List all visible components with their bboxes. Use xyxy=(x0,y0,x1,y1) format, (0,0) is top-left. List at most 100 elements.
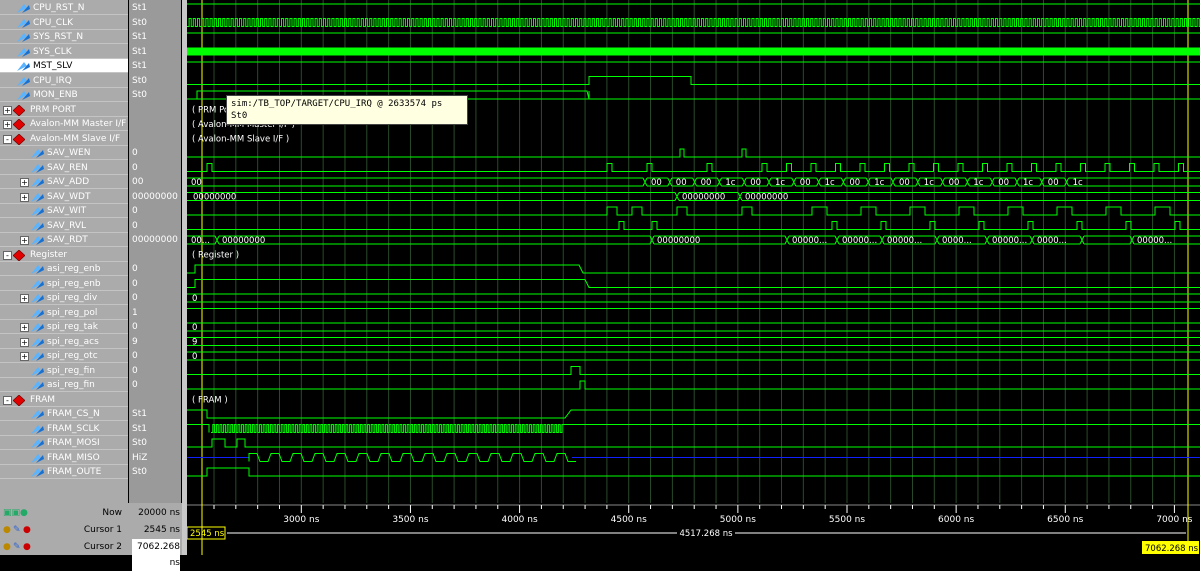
signal-icon xyxy=(17,76,30,86)
signal-row-fram-cs-n[interactable]: FRAM_CS_N xyxy=(0,407,128,421)
signal-value: St1 xyxy=(132,423,147,434)
lock-icon[interactable]: ● xyxy=(3,539,11,555)
cursor1-tag: 2545 ns xyxy=(190,529,225,539)
expand-icon[interactable]: + xyxy=(20,323,29,332)
signal-name: SAV_WDT xyxy=(47,191,91,202)
waveform-canvas[interactable]: ( PRM Po( Avalon-MM Master I/F )( Avalon… xyxy=(187,0,1200,503)
expand-icon[interactable]: + xyxy=(20,192,29,202)
cursor1-label: Cursor 1 xyxy=(83,525,122,535)
signal-value: 0 xyxy=(132,220,138,231)
toolbar-icons[interactable]: ▣▣● xyxy=(3,505,28,521)
bus-value-label: 1c xyxy=(874,178,884,188)
signal-value: 9 xyxy=(132,336,138,347)
signal-name: spi_reg_enb xyxy=(47,278,101,289)
bus-value-label: 00000000 xyxy=(193,193,236,203)
signal-row-cpu-rst-n[interactable]: CPU_RST_N xyxy=(0,1,128,15)
cursor2-row[interactable]: ● ✎ ● Cursor 2 7062.268 ns xyxy=(0,539,182,571)
bus-value-label: 00000... xyxy=(1137,236,1172,246)
signal-icon xyxy=(17,47,30,57)
signal-row-sav-wit[interactable]: SAV_WIT xyxy=(0,204,128,218)
signal-row-spi-reg-div[interactable]: + spi_reg_div xyxy=(0,291,128,305)
timeline-tick-label: 4000 ns xyxy=(502,515,538,525)
signal-row-spi-reg-pol[interactable]: spi_reg_pol xyxy=(0,306,128,320)
delete-icon[interactable]: ● xyxy=(23,522,31,538)
signal-row-sav-ren[interactable]: SAV_REN xyxy=(0,161,128,175)
expand-icon[interactable]: + xyxy=(20,337,29,347)
expand-icon[interactable]: + xyxy=(20,294,29,303)
signal-name: spi_reg_pol xyxy=(47,307,98,318)
bus-value-label: 00 xyxy=(676,178,687,188)
signal-row-sys-rst-n[interactable]: SYS_RST_N xyxy=(0,30,128,44)
signal-row-avalon-mm-master-i-f[interactable]: + Avalon-MM Master I/F xyxy=(0,117,128,131)
now-row: ▣▣● Now 20000 ns xyxy=(0,505,182,521)
signal-icon xyxy=(31,366,44,376)
signal-row-mon-enb[interactable]: MON_ENB xyxy=(0,88,128,102)
signal-name: asi_reg_fin xyxy=(47,380,95,390)
signal-value: St0 xyxy=(132,75,147,86)
bus-value-label: 00 xyxy=(800,178,811,188)
signal-row-sav-wen[interactable]: SAV_WEN xyxy=(0,146,128,160)
signal-row-spi-reg-otc[interactable]: + spi_reg_otc xyxy=(0,349,128,363)
signal-value: 0 xyxy=(132,293,138,303)
signal-row-sav-rvl[interactable]: SAV_RVL xyxy=(0,219,128,233)
signal-value: 1 xyxy=(132,307,138,318)
signal-row-spi-reg-enb[interactable]: spi_reg_enb xyxy=(0,277,128,291)
signal-icon xyxy=(31,351,44,361)
signal-value: 0 xyxy=(132,351,138,361)
signal-row-fram-mosi[interactable]: FRAM_MOSI xyxy=(0,436,128,450)
timeline-pane[interactable]: 3000 ns 3500 ns 4000 ns 4500 ns 5000 ns 5500 … xyxy=(186,503,1200,555)
cursor2-tag: 7062.268 ns xyxy=(1145,544,1199,554)
signal-row-register[interactable]: - Register xyxy=(0,248,128,262)
expand-icon[interactable]: + xyxy=(3,105,12,115)
signal-row-mst-slv[interactable]: MST_SLV xyxy=(0,59,128,73)
signal-row-cpu-irq[interactable]: CPU_IRQ xyxy=(0,74,128,88)
delete-icon[interactable]: ● xyxy=(23,539,31,555)
bus-value-label: 0000... xyxy=(942,236,972,246)
signal-row-prm-port[interactable]: + PRM PORT xyxy=(0,103,128,117)
signal-row-spi-reg-acs[interactable]: + spi_reg_acs xyxy=(0,335,128,349)
expand-icon[interactable]: + xyxy=(20,178,29,187)
signal-row-fram-sclk[interactable]: FRAM_SCLK xyxy=(0,422,128,436)
signal-name: SYS_RST_N xyxy=(33,32,84,42)
pencil-icon[interactable]: ✎ xyxy=(13,522,21,538)
wave-fram-cs-n xyxy=(187,409,1200,419)
signal-row-avalon-mm-slave-i-f[interactable]: - Avalon-MM Slave I/F xyxy=(0,132,128,146)
signal-row-sys-clk[interactable]: SYS_CLK xyxy=(0,45,128,59)
signal-row-fram[interactable]: - FRAM xyxy=(0,393,128,407)
cursor1-row[interactable]: ● ✎ ● Cursor 1 2545 ns xyxy=(0,522,182,538)
bus-value-label: 1c xyxy=(825,178,835,188)
signal-name: MST_SLV xyxy=(33,61,73,71)
collapse-icon[interactable]: - xyxy=(3,134,12,144)
signal-row-asi-reg-enb[interactable]: asi_reg_enb xyxy=(0,262,128,276)
signal-row-cpu-clk[interactable]: CPU_CLK xyxy=(0,16,128,30)
collapse-icon[interactable]: - xyxy=(3,250,12,260)
collapse-icon[interactable]: - xyxy=(3,395,12,405)
timeline-canvas[interactable]: 3000 ns 3500 ns 4000 ns 4500 ns 5000 ns 5500 … xyxy=(186,503,1200,555)
pencil-icon[interactable]: ✎ xyxy=(13,539,21,555)
signal-row-fram-miso[interactable]: FRAM_MISO xyxy=(0,451,128,465)
bus-value-label: 00000... xyxy=(792,236,827,246)
signal-name: SAV_RVL xyxy=(47,220,87,231)
expand-icon[interactable]: + xyxy=(20,352,29,361)
bus-value-label: 0 xyxy=(192,352,197,362)
expand-icon[interactable]: + xyxy=(20,236,29,245)
bus-value-label: 00 xyxy=(849,178,860,188)
signal-icon xyxy=(31,453,44,463)
cursor2-value[interactable]: 7062.268 ns xyxy=(132,539,180,571)
signal-row-spi-reg-tak[interactable]: + spi_reg_tak xyxy=(0,320,128,334)
signal-row-fram-oute[interactable]: FRAM_OUTE xyxy=(0,465,128,479)
waveform-pane[interactable]: ( PRM Po( Avalon-MM Master I/F )( Avalon… xyxy=(187,0,1200,503)
signal-row-asi-reg-fin[interactable]: asi_reg_fin xyxy=(0,378,128,392)
signal-values-pane: St1 St0 St1 St1 St1 St0 St0 0 0 00 00000000 0 0 00000… xyxy=(129,0,181,503)
signal-name: FRAM_MOSI xyxy=(47,438,100,448)
cursor1-value[interactable]: 2545 ns xyxy=(132,522,180,538)
lock-icon[interactable]: ● xyxy=(3,522,11,538)
signal-row-spi-reg-fin[interactable]: spi_reg_fin xyxy=(0,364,128,378)
signal-icon xyxy=(17,3,30,13)
signal-name: SAV_REN xyxy=(47,162,88,173)
expand-icon[interactable]: + xyxy=(3,120,12,129)
bus-value-label: 0000... xyxy=(1037,236,1067,246)
signal-row-sav-wdt[interactable]: + SAV_WDT xyxy=(0,190,128,204)
signal-row-sav-add[interactable]: + SAV_ADD xyxy=(0,175,128,189)
signal-row-sav-rdt[interactable]: + SAV_RDT xyxy=(0,233,128,247)
